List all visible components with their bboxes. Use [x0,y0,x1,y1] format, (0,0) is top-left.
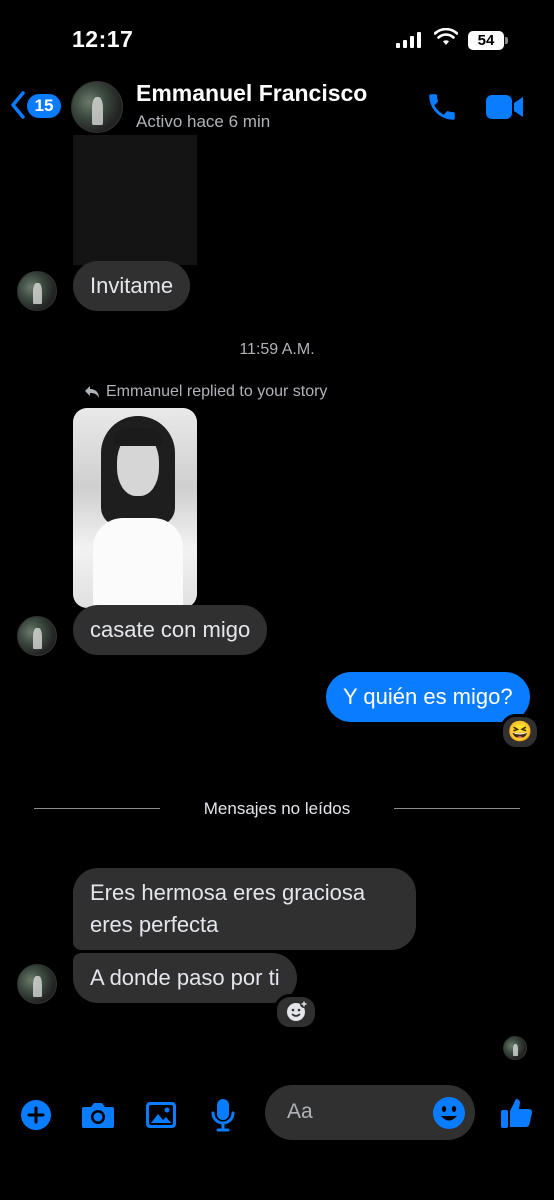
back-button[interactable] [10,90,26,125]
status-time: 12:17 [72,26,134,52]
message-input-placeholder: Aa [287,1100,313,1123]
emoji-icon [433,1097,465,1129]
reply-arrow-icon [85,386,99,398]
emoji-button[interactable] [432,1096,466,1135]
battery-indicator: 54 [468,31,504,50]
signal-icon [396,32,421,48]
contact-avatar[interactable] [71,81,123,133]
call-button[interactable] [425,90,459,129]
gallery-icon [146,1102,176,1128]
battery-cap [505,37,508,44]
divider-line-right [394,808,520,809]
message-bubble-casate[interactable]: casate con migo [73,605,268,655]
video-call-button[interactable] [485,93,525,126]
shared-media-preview[interactable] [73,135,197,265]
message-line: eres perfecta [90,912,219,937]
story-reply-text: Emmanuel replied to your story [106,383,328,400]
voice-message-button[interactable] [210,1097,236,1138]
add-reaction-icon [287,1000,308,1021]
unread-count-badge[interactable]: 15 [27,94,61,118]
presence-status: Activo hace 6 min [136,112,271,131]
message-bubble-outgoing[interactable]: Y quién es migo? [326,672,530,722]
gallery-button[interactable] [144,1099,178,1136]
message-bubble-invitame[interactable]: Invitame [73,261,191,311]
more-actions-button[interactable] [20,1099,52,1136]
phone-icon [429,94,455,120]
camera-button[interactable] [80,1099,116,1136]
wifi-icon [433,27,459,51]
back-chevron-icon [11,91,25,119]
video-icon [486,95,523,119]
add-reaction-button[interactable] [274,994,318,1030]
read-receipt-avatar [503,1036,527,1060]
contact-name[interactable]: Emmanuel Francisco [136,80,367,107]
message-bubble-eres[interactable]: Eres hermosa eres graciosa eres perfecta [73,868,416,950]
plus-icon [21,1100,51,1130]
story-reply-note: Emmanuel replied to your story [84,383,327,401]
like-button[interactable] [499,1095,535,1136]
sender-avatar [17,271,57,311]
camera-icon [82,1103,114,1128]
message-line: Eres hermosa eres graciosa [90,880,366,905]
message-timestamp: 11:59 A.M. [239,341,315,358]
message-bubble-adonde[interactable]: A donde paso por ti [73,953,297,1003]
sender-avatar [17,964,57,1004]
thumbs-up-icon [501,1099,533,1128]
story-thumbnail[interactable] [73,408,197,608]
sender-avatar [17,616,57,656]
mic-icon [211,1099,235,1132]
unread-divider-label: Mensajes no leídos [203,799,351,818]
message-reaction[interactable]: 😆 [500,714,540,750]
